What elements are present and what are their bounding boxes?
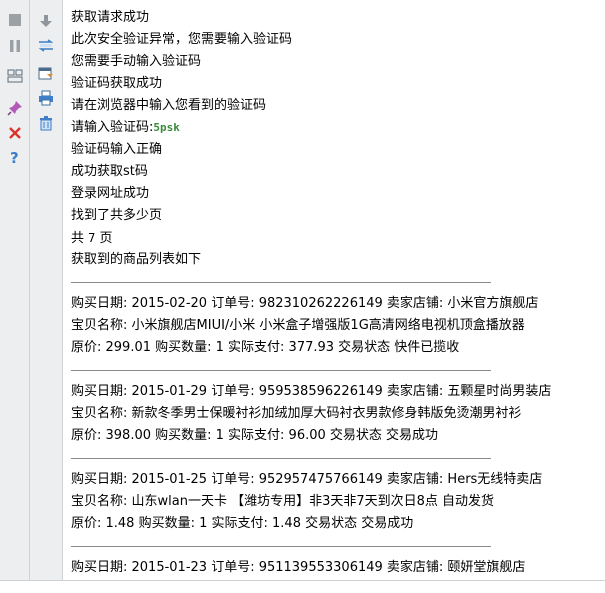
left-toolbar: ? [0, 0, 30, 580]
order-line: 购买日期: 2015-01-29 订单号: 959538596226149 卖家… [71, 384, 552, 399]
mid-toolbar [30, 0, 63, 580]
order-line: 购买日期: 2015-02-20 订单号: 982310262226149 卖家… [71, 296, 539, 311]
pin-icon[interactable] [6, 99, 24, 117]
order-line: 原价: 1.48 购买数量: 1 实际支付: 1.48 交易状态 交易成功 [71, 516, 414, 531]
scroll-down-icon[interactable] [37, 12, 55, 30]
order-line: 原价: 398.00 购买数量: 1 实际支付: 96.00 交易状态 交易成功 [71, 428, 439, 443]
order-line: 宝贝名称: 小米旗舰店MIUI/小米 小米盒子增强版1G高清网络电视机顶盒播放器 [71, 318, 525, 333]
separator [71, 359, 599, 381]
horizontal-scrollbar[interactable] [0, 580, 605, 593]
separator [71, 271, 599, 293]
separator [71, 447, 599, 469]
page-count-prefix: 共 [71, 231, 85, 246]
captcha-value: 5psk [153, 121, 180, 134]
print-icon[interactable] [37, 89, 55, 107]
console-line: 请在浏览器中输入您看到的验证码 [71, 98, 267, 113]
captcha-prompt-line: 请输入验证码:5psk [71, 117, 599, 139]
console-line: 找到了共多少页 [71, 208, 163, 223]
svg-text:?: ? [10, 150, 19, 166]
close-icon[interactable] [6, 124, 24, 142]
console-line: 您需要手动输入验证码 [71, 54, 202, 69]
console-line: 验证码获取成功 [71, 76, 163, 91]
layout-icon[interactable] [6, 67, 24, 85]
order-line: 原价: 299.01 购买数量: 1 实际支付: 377.93 交易状态 快件已… [71, 340, 460, 355]
console-line: 登录网址成功 [71, 186, 150, 201]
trash-icon[interactable] [37, 114, 55, 132]
pause-icon[interactable] [6, 37, 24, 55]
order-line: 宝贝名称: 山东wlan一天卡 【潍坊专用】非3天非7天到次日8点 自动发货 [71, 494, 495, 509]
captcha-prompt: 请输入验证码: [71, 120, 154, 135]
list-title: 获取到的商品列表如下 [71, 252, 202, 267]
help-icon[interactable]: ? [6, 149, 24, 167]
export-icon[interactable] [37, 64, 55, 82]
page-count-suffix: 页 [99, 231, 113, 246]
console-window: ? 获取请求成功 此次安全验证异常，您需要输入验证码 您需要手动输入验证码 验证… [0, 0, 605, 580]
wrap-icon[interactable] [37, 37, 55, 55]
console-output: 获取请求成功 此次安全验证异常，您需要输入验证码 您需要手动输入验证码 验证码获… [71, 7, 599, 579]
order-line: 宝贝名称: 新款冬季男士保暖衬衫加绒加厚大码衬衣男款修身韩版免烫潮男衬衫 [71, 406, 522, 421]
stop-icon[interactable] [6, 11, 24, 29]
order-line: 购买日期: 2015-01-25 订单号: 952957475766149 卖家… [71, 472, 543, 487]
console-line: 验证码输入正确 [71, 142, 163, 157]
separator [71, 535, 599, 557]
console-line: 获取请求成功 [71, 10, 150, 25]
page-count-line: 共 7 页 [71, 227, 599, 249]
console-line: 此次安全验证异常，您需要输入验证码 [71, 32, 293, 47]
order-line: 购买日期: 2015-01-23 订单号: 951139553306149 卖家… [71, 560, 526, 575]
console-line: 成功获取st码 [71, 164, 148, 179]
page-count-value: 7 [88, 231, 96, 245]
